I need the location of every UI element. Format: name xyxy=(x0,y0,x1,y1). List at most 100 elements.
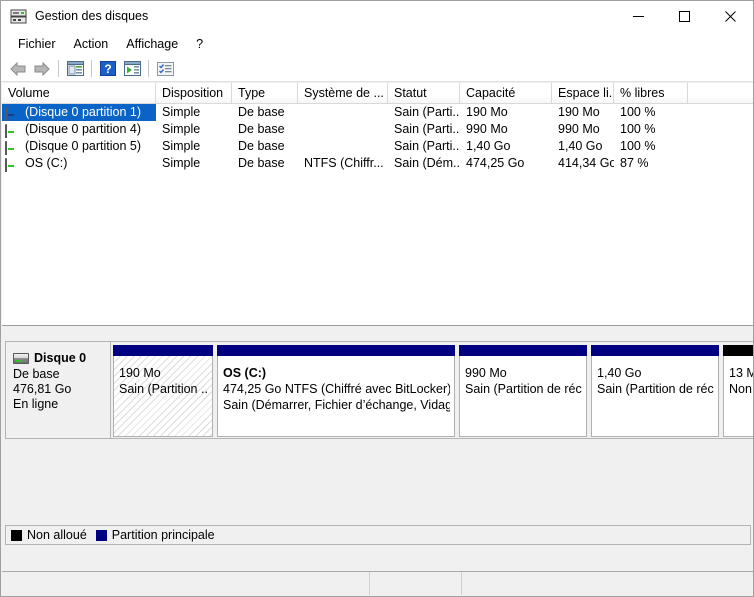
partition-size: 13 Mo xyxy=(729,366,753,380)
table-row[interactable]: (Disque 0 partition 1) Simple De base Sa… xyxy=(2,104,753,121)
cell-type: De base xyxy=(238,139,285,153)
partition-efi[interactable]: 190 Mo Sain (Partition ... xyxy=(113,345,213,437)
table-row[interactable]: (Disque 0 partition 5) Simple De base Sa… xyxy=(2,138,753,155)
cell-disposition: Simple xyxy=(162,156,201,170)
column-header-statut[interactable]: Statut xyxy=(388,83,460,103)
cell-volume[interactable]: (Disque 0 partition 5) xyxy=(2,138,156,155)
partition-body: 190 Mo Sain (Partition ... xyxy=(113,356,213,437)
partition-body: 990 Mo Sain (Partition de réc xyxy=(459,356,587,437)
window-controls xyxy=(615,1,753,32)
window-title: Gestion des disques xyxy=(35,9,149,24)
legend-primary-label: Partition principale xyxy=(111,528,215,542)
toolbar: ? xyxy=(1,56,753,82)
menu-aide[interactable]: ? xyxy=(187,36,212,53)
column-header-spacer[interactable] xyxy=(688,83,753,103)
partition-strip: 190 Mo Sain (Partition ... OS (C:) 474,2… xyxy=(111,341,753,439)
close-button[interactable] xyxy=(707,1,753,32)
cell-filesystem: NTFS (Chiffr... xyxy=(304,156,384,170)
column-header-filesystem[interactable]: Système de ... xyxy=(298,83,388,103)
volume-list-header: Volume Disposition Type Système de ... S… xyxy=(2,83,753,104)
volume-icon xyxy=(5,124,21,138)
volume-label: OS (C:) xyxy=(25,156,68,170)
disk-info-block[interactable]: Disque 0 De base 476,81 Go En ligne xyxy=(5,341,111,439)
column-header-espace-libre[interactable]: Espace li... xyxy=(552,83,614,103)
status-bar xyxy=(2,571,753,595)
cell-capacite: 190 Mo xyxy=(466,105,508,119)
cell-volume[interactable]: (Disque 0 partition 1) xyxy=(2,104,156,121)
cell-disposition: Simple xyxy=(162,122,201,136)
table-row[interactable]: OS (C:) Simple De base NTFS (Chiffr... S… xyxy=(2,155,753,172)
disk-graphical-panel: Disque 0 De base 476,81 Go En ligne 190 … xyxy=(2,333,753,548)
cell-capacite: 1,40 Go xyxy=(466,139,511,153)
legend-primary-swatch xyxy=(95,529,107,541)
volume-icon xyxy=(5,158,21,172)
disk-row-disque-0: Disque 0 De base 476,81 Go En ligne 190 … xyxy=(5,341,753,439)
cell-pct-libre: 100 % xyxy=(620,139,656,153)
partition-recovery-990[interactable]: 990 Mo Sain (Partition de réc xyxy=(459,345,587,437)
legend-unallocated-swatch xyxy=(11,529,22,541)
help-icon[interactable]: ? xyxy=(96,58,120,80)
volume-label: (Disque 0 partition 5) xyxy=(25,139,142,153)
cell-statut: Sain (Parti... xyxy=(394,139,460,153)
cell-volume[interactable]: (Disque 0 partition 4) xyxy=(2,121,156,138)
partition-unallocated[interactable]: 13 Mo Non al xyxy=(723,345,753,437)
show-action-pane-icon[interactable] xyxy=(120,58,144,80)
column-header-capacite[interactable]: Capacité xyxy=(460,83,552,103)
partition-color-bar xyxy=(723,345,753,356)
partition-color-bar xyxy=(113,345,213,356)
cell-volume[interactable]: OS (C:) xyxy=(2,155,156,172)
cell-type: De base xyxy=(238,156,285,170)
title-bar: Gestion des disques xyxy=(1,1,753,32)
volume-label: (Disque 0 partition 4) xyxy=(25,122,142,136)
volume-list-panel: Volume Disposition Type Système de ... S… xyxy=(2,83,753,326)
partition-color-bar xyxy=(459,345,587,356)
partition-color-bar xyxy=(591,345,719,356)
partition-recovery-140[interactable]: 1,40 Go Sain (Partition de récu xyxy=(591,345,719,437)
cell-capacite: 474,25 Go xyxy=(466,156,525,170)
cell-disposition: Simple xyxy=(162,105,201,119)
cell-capacite: 990 Mo xyxy=(466,122,508,136)
cell-statut: Sain (Parti... xyxy=(394,122,460,136)
minimize-button[interactable] xyxy=(615,1,661,32)
partition-size: 190 Mo xyxy=(119,366,161,380)
partition-status: Sain (Partition de réc xyxy=(465,382,582,396)
partition-os-c[interactable]: OS (C:) 474,25 Go NTFS (Chiffré avec Bit… xyxy=(217,345,455,437)
table-row[interactable]: (Disque 0 partition 4) Simple De base Sa… xyxy=(2,121,753,138)
status-cell-1 xyxy=(2,572,370,595)
partition-status: Non al xyxy=(729,382,753,396)
toolbar-separator xyxy=(58,60,59,77)
forward-arrow-icon[interactable] xyxy=(30,58,54,80)
menu-action[interactable]: Action xyxy=(65,36,118,53)
column-header-pct-libres[interactable]: % libres xyxy=(614,83,688,103)
menu-affichage[interactable]: Affichage xyxy=(117,36,187,53)
column-header-type[interactable]: Type xyxy=(232,83,298,103)
menu-fichier[interactable]: Fichier xyxy=(9,36,65,53)
partition-title: OS (C:) xyxy=(223,366,267,380)
toolbar-separator xyxy=(91,60,92,77)
partition-status: Sain (Partition de récu xyxy=(597,382,714,396)
toolbar-separator xyxy=(148,60,149,77)
disk-title: Disque 0 xyxy=(13,351,110,365)
back-arrow-icon[interactable] xyxy=(6,58,30,80)
partition-body: 13 Mo Non al xyxy=(723,356,753,437)
partition-status: Sain (Partition ... xyxy=(119,382,208,396)
cell-type: De base xyxy=(238,105,285,119)
column-header-volume[interactable]: Volume xyxy=(2,83,156,103)
legend-unallocated-label: Non alloué xyxy=(27,528,87,542)
partition-status: Sain (Démarrer, Fichier d’échange, Vidag… xyxy=(223,398,450,412)
disk-icon xyxy=(13,352,29,364)
show-console-tree-icon[interactable] xyxy=(63,58,87,80)
maximize-button[interactable] xyxy=(661,1,707,32)
legend-primary-partition: Partition principale xyxy=(95,528,215,542)
legend: Non alloué Partition principale xyxy=(5,525,751,545)
properties-icon[interactable] xyxy=(153,58,177,80)
disk-status-label: En ligne xyxy=(13,397,59,411)
partition-size: 474,25 Go NTFS (Chiffré avec BitLocker) xyxy=(223,382,450,396)
volume-label: (Disque 0 partition 1) xyxy=(25,105,142,119)
cell-espace-libre: 190 Mo xyxy=(558,105,600,119)
disk-management-icon xyxy=(10,9,27,24)
menu-bar: Fichier Action Affichage ? xyxy=(1,32,753,56)
column-header-disposition[interactable]: Disposition xyxy=(156,83,232,103)
cell-disposition: Simple xyxy=(162,139,201,153)
disk-management-window: Gestion des disques Fichier Action Affic… xyxy=(0,0,754,597)
